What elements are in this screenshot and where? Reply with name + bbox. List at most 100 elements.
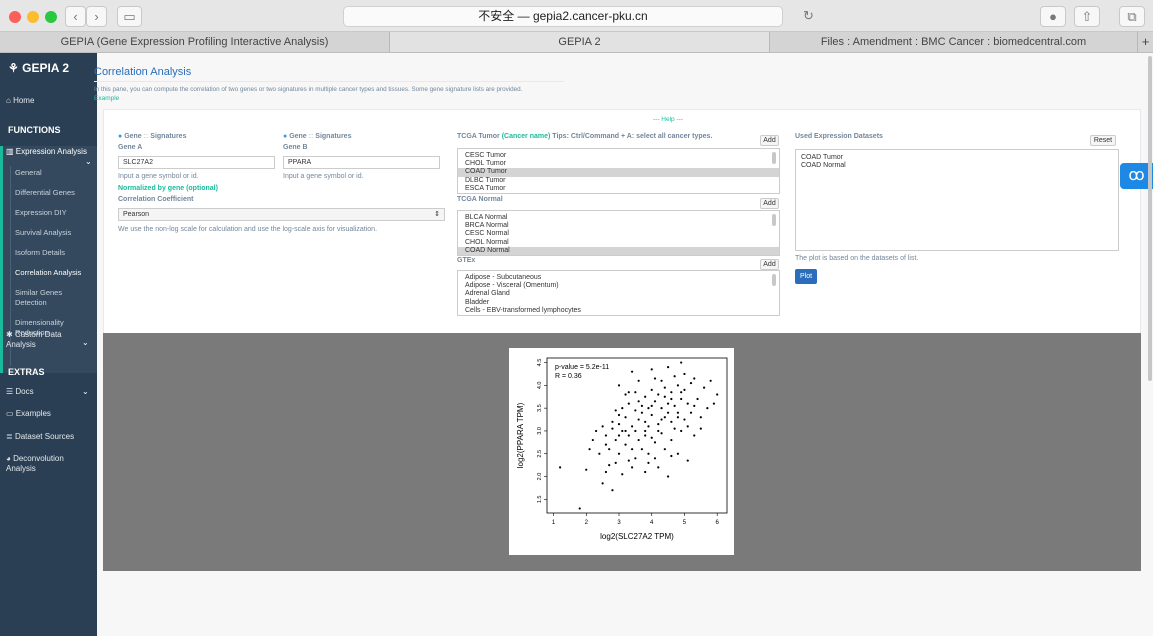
x-tick-label: 1 — [552, 520, 556, 526]
sidebar-item-expression-diy[interactable]: Expression DIY — [15, 208, 67, 218]
sidebar-item-dataset-sources[interactable]: ≣ Dataset Sources — [6, 432, 74, 441]
radio-sep: :: — [308, 133, 314, 140]
list-item[interactable]: CHOL Tumor — [458, 160, 779, 168]
data-point — [709, 379, 712, 382]
gene-a-label: Gene A — [118, 144, 143, 151]
list-item[interactable]: BRCA Normal — [458, 222, 779, 230]
forward-button[interactable]: › — [86, 6, 107, 27]
sidebar-item-correlation-analysis[interactable]: Correlation Analysis — [15, 268, 81, 278]
data-point — [624, 429, 627, 433]
tcga-tumor-tips: Tips: Ctrl/Command + A: select all cance… — [550, 133, 713, 140]
example-link[interactable]: Example — [94, 95, 119, 102]
list-item[interactable]: Cells - EBV-transformed lymphocytes — [458, 307, 779, 315]
gene-b-input[interactable]: PPARA — [283, 156, 440, 169]
data-point — [634, 391, 637, 394]
tcga-tumor-add-button[interactable]: Add — [760, 135, 779, 146]
gtex-listbox[interactable]: Adipose - Subcutaneous Adipose - Viscera… — [457, 270, 780, 316]
list-item[interactable]: COAD Tumor — [796, 154, 1118, 162]
sidebar-item-differential-genes[interactable]: Differential Genes — [15, 188, 75, 198]
data-point — [624, 443, 627, 446]
list-item[interactable]: COAD Normal — [796, 162, 1118, 170]
data-point — [680, 361, 683, 364]
download-icon[interactable]: ● — [1040, 6, 1066, 27]
data-point — [591, 438, 594, 442]
data-point — [614, 409, 617, 412]
gene-b-type-radio[interactable]: ● Gene :: Signatures — [283, 133, 351, 140]
sidebar-item-home[interactable]: ⌂ Home — [6, 96, 34, 105]
sidebar-item-survival-analysis[interactable]: Survival Analysis — [15, 228, 71, 238]
scrollbar[interactable] — [772, 214, 776, 226]
list-item[interactable]: BLCA Normal — [458, 214, 779, 222]
cloud-link-icon: ꝏ — [1128, 167, 1145, 184]
list-item[interactable]: Adrenal Gland — [458, 290, 779, 298]
list-item[interactable]: CHOL Normal — [458, 239, 779, 247]
data-point — [604, 443, 608, 446]
share-icon[interactable]: ⇧ — [1074, 6, 1100, 27]
tcga-normal-add-button[interactable]: Add — [760, 198, 779, 209]
main-content: Correlation Analysis In this pane, you c… — [94, 53, 1153, 636]
home-label: Home — [13, 96, 35, 105]
sidebar-toggle-icon[interactable]: ▭ — [117, 6, 142, 27]
sidebar-item-expression-analysis[interactable]: ▥ Expression Analysis — [6, 147, 87, 157]
chevron-down-icon[interactable]: ⌄ — [82, 387, 89, 396]
tcga-tumor-listbox[interactable]: CESC Tumor CHOL Tumor COAD Tumor DLBC Tu… — [457, 148, 780, 194]
right-scrollbar[interactable] — [1148, 56, 1152, 381]
data-point — [699, 416, 702, 419]
logo[interactable]: ⚘ GEPIA 2 — [8, 61, 69, 75]
gene-a-input[interactable]: SLC27A2 — [118, 156, 275, 169]
data-point — [604, 470, 608, 474]
close-window-button[interactable] — [9, 11, 21, 23]
correlation-coefficient-select[interactable]: Pearson ⇕ — [118, 208, 445, 221]
gene-a-type-radio[interactable]: ● Gene :: Signatures — [118, 133, 186, 140]
list-item[interactable]: Bladder — [458, 299, 779, 307]
normalized-by-gene-link[interactable]: Normalized by gene (optional) — [118, 185, 218, 192]
list-item[interactable]: ESCA Tumor — [458, 185, 779, 193]
data-point — [614, 461, 617, 464]
sidebar-item-isoform-details[interactable]: Isoform Details — [15, 248, 65, 258]
tab-bmc[interactable]: Files : Amendment : BMC Cancer : biomedc… — [770, 32, 1138, 52]
list-item[interactable]: COAD Normal — [458, 246, 779, 255]
plot-button[interactable]: Plot — [795, 269, 817, 284]
scrollbar[interactable] — [772, 152, 776, 164]
address-bar[interactable]: 不安全 — gepia2.cancer-pku.cn — [343, 6, 783, 27]
minimize-window-button[interactable] — [27, 11, 39, 23]
gtex-label: GTEx — [457, 257, 476, 264]
list-item[interactable]: CESC Tumor — [458, 152, 779, 160]
list-item[interactable]: CESC Normal — [458, 230, 779, 238]
reload-icon[interactable]: ↻ — [803, 8, 814, 24]
scrollbar[interactable] — [772, 274, 776, 286]
sidebar-item-deconvolution[interactable]: ◕ Deconvolution Analysis — [6, 454, 86, 474]
sidebar-item-docs[interactable]: ☰ Docs — [6, 387, 34, 396]
data-point — [650, 436, 653, 439]
data-point — [657, 466, 660, 469]
list-item[interactable]: COAD Tumor — [458, 168, 779, 177]
pie-icon: ◕ — [6, 454, 11, 463]
list-item[interactable]: Adipose - Subcutaneous — [458, 274, 779, 282]
tab-gepia2[interactable]: GEPIA 2 — [390, 32, 770, 52]
gtex-add-button[interactable]: Add — [760, 259, 779, 270]
sidebar-item-custom-data[interactable]: ✱ Custom Data Analysis — [6, 330, 71, 350]
data-point — [676, 416, 680, 419]
reset-button[interactable]: Reset — [1090, 135, 1116, 146]
data-point — [663, 386, 666, 389]
help-link[interactable]: --- Help --- — [653, 116, 683, 123]
new-tab-button[interactable]: + — [1138, 32, 1153, 52]
data-point — [640, 404, 644, 407]
chevron-down-icon[interactable]: ⌄ — [82, 338, 89, 347]
chevron-down-icon[interactable]: ⌄ — [85, 157, 92, 166]
tcga-normal-label: TCGA Normal — [457, 196, 503, 203]
list-item[interactable]: Adipose - Visceral (Omentum) — [458, 282, 779, 290]
data-point — [644, 395, 647, 398]
sidebar-item-examples[interactable]: ▭ Examples — [6, 409, 51, 418]
tabs-overview-icon[interactable]: ⧉ — [1119, 6, 1145, 27]
used-datasets-box[interactable]: COAD Tumor COAD Normal — [795, 149, 1119, 251]
tab-gepia[interactable]: GEPIA (Gene Expression Profiling Interac… — [0, 32, 390, 52]
zoom-window-button[interactable] — [45, 11, 57, 23]
back-button[interactable]: ‹ — [65, 6, 86, 27]
data-point — [650, 388, 653, 392]
list-item[interactable]: DLBC Tumor — [458, 177, 779, 185]
sidebar-item-general[interactable]: General — [15, 168, 42, 178]
data-point — [647, 425, 650, 428]
tcga-normal-listbox[interactable]: BLCA Normal BRCA Normal CESC Normal CHOL… — [457, 210, 780, 256]
sidebar-item-similar-genes[interactable]: Similar Genes Detection — [15, 288, 85, 308]
